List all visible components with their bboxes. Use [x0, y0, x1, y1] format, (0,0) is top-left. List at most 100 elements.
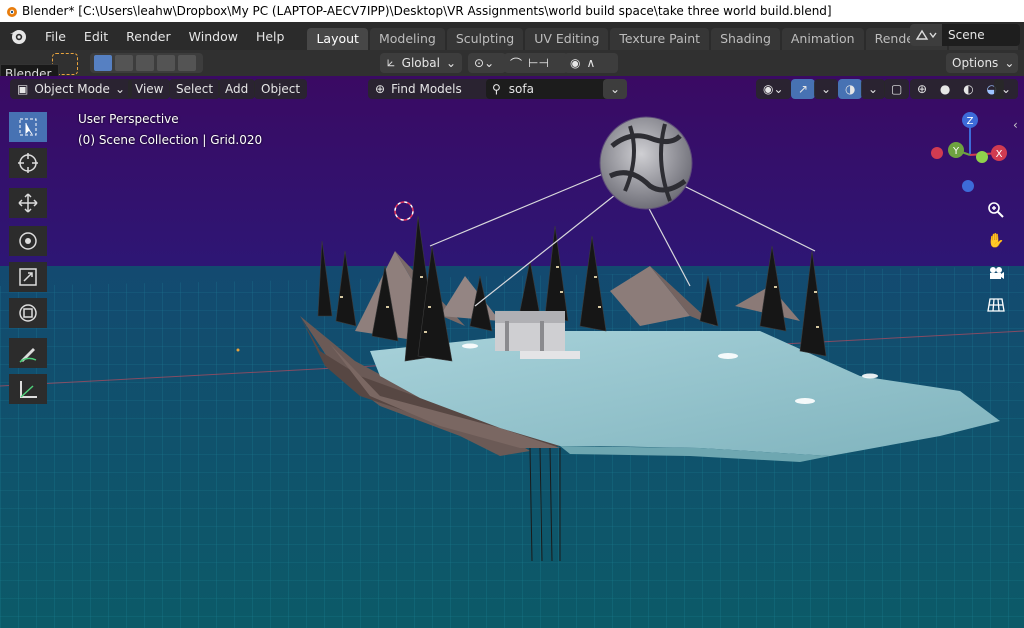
menu-file[interactable]: File: [36, 29, 75, 44]
cursor-icon: [18, 153, 38, 173]
visibility-dropdown[interactable]: ◉⌄: [756, 79, 791, 99]
wireframe-shading-icon[interactable]: ⊕: [917, 82, 927, 96]
scene-selector[interactable]: Scene: [910, 24, 1020, 46]
active-object-label: (0) Scene Collection | Grid.020: [78, 133, 263, 147]
mode-label: Object Mode: [34, 82, 110, 96]
hand-pan-icon[interactable]: ✋: [983, 228, 1009, 254]
eye-icon: ◉⌄: [763, 82, 784, 96]
rotate-tool[interactable]: [9, 226, 47, 256]
gizmo-neg-z-icon[interactable]: [962, 180, 974, 192]
move-icon: [18, 193, 38, 213]
find-models-button[interactable]: ⊕ Find Models: [368, 79, 492, 99]
sidebar-toggle-icon[interactable]: ‹: [1013, 118, 1018, 132]
chevron-down-icon: ⌄: [1004, 56, 1015, 70]
camera-icon[interactable]: [983, 260, 1009, 286]
gizmo-toggle[interactable]: ↗: [791, 79, 816, 99]
pivot-icon: ⊙: [474, 56, 485, 70]
transform-icon: [19, 304, 37, 322]
gizmo-neg-x-icon[interactable]: [931, 147, 943, 159]
select-box-icon: [19, 118, 37, 136]
options-label: Options: [952, 56, 999, 70]
window-titlebar: Blender* [C:\Users\leahw\Dropbox\My PC (…: [0, 0, 1024, 22]
solid-shading-icon[interactable]: ●: [940, 82, 950, 96]
object-origin: [236, 348, 240, 352]
3d-viewport[interactable]: ▣ Object Mode ⌄ View Select Add Object ⊕…: [0, 76, 1024, 628]
shading-modes: ⊕ ● ◐ ◒: [910, 79, 1004, 99]
menu-select[interactable]: Select: [169, 79, 221, 99]
globe-icon: ⊕: [375, 82, 386, 96]
gizmo-neg-y-icon[interactable]: [976, 151, 988, 163]
menu-add[interactable]: Add: [218, 79, 256, 99]
menu-edit[interactable]: Edit: [75, 29, 117, 44]
scale-tool[interactable]: [9, 262, 47, 292]
select-box-tool[interactable]: [9, 112, 47, 142]
select-extend-icon[interactable]: [115, 55, 133, 71]
scale-icon: [19, 268, 37, 286]
tab-uv-editing[interactable]: UV Editing: [525, 28, 609, 50]
tab-sculpting[interactable]: Sculpting: [446, 28, 524, 50]
tab-shading[interactable]: Shading: [711, 28, 780, 50]
search-icon: ⚲: [492, 82, 501, 96]
xray-icon: ▢: [891, 82, 903, 96]
viewport-scene[interactable]: [0, 76, 1024, 628]
menu-help[interactable]: Help: [247, 29, 294, 44]
annotate-pencil-icon: [19, 348, 37, 363]
scene-icon[interactable]: [910, 24, 942, 46]
gizmo-z-label: Z: [967, 116, 974, 127]
menu-window[interactable]: Window: [180, 29, 247, 44]
zoom-icon[interactable]: [983, 197, 1009, 223]
select-intersect-icon[interactable]: [178, 55, 196, 71]
tab-layout[interactable]: Layout: [307, 28, 368, 50]
cursor-tool[interactable]: [9, 148, 47, 178]
material-shading-icon[interactable]: ◐: [963, 82, 973, 96]
mode-dropdown[interactable]: ▣ Object Mode ⌄: [10, 79, 132, 99]
window-title: Blender* [C:\Users\leahw\Dropbox\My PC (…: [22, 4, 832, 18]
tab-modeling[interactable]: Modeling: [369, 28, 445, 50]
selection-mode-group: [90, 53, 203, 73]
orientation-icon: [387, 59, 395, 67]
select-invert-icon[interactable]: [157, 55, 175, 71]
select-subtract-icon[interactable]: [136, 55, 154, 71]
gizmo-icon: ↗: [798, 82, 809, 96]
snap-group[interactable]: ⌒ ⊢⊣: [504, 53, 568, 73]
scene-name-field[interactable]: Scene: [942, 24, 1020, 46]
search-dropdown-button[interactable]: ⌄: [603, 79, 627, 99]
snap-target-icon[interactable]: ⊢⊣: [528, 56, 549, 70]
shading-dropdown[interactable]: ⌄: [994, 79, 1019, 99]
blender-logo-icon: [7, 7, 17, 17]
gizmo-dropdown[interactable]: ⌄: [814, 79, 839, 99]
blender-menu-icon[interactable]: [8, 26, 28, 46]
snap-magnet-icon[interactable]: ⌒: [510, 55, 522, 72]
proportional-edit-icon[interactable]: ◉: [570, 56, 580, 70]
search-value: sofa: [508, 82, 534, 96]
model-search-input[interactable]: ⚲ sofa: [486, 79, 618, 99]
menu-view[interactable]: View: [128, 79, 171, 99]
proportional-edit-group[interactable]: ◉ ∧: [564, 53, 618, 73]
pivot-point-dropdown[interactable]: ⊙ ⌄: [468, 53, 506, 73]
select-new-icon[interactable]: [94, 55, 112, 71]
annotate-tool[interactable]: [9, 338, 47, 368]
measure-tool[interactable]: [9, 374, 47, 404]
gizmo-y-label: Y: [952, 146, 960, 157]
move-tool[interactable]: [9, 188, 47, 218]
overlays-toggle[interactable]: ◑: [838, 79, 863, 99]
menu-render[interactable]: Render: [117, 29, 180, 44]
tab-texture-paint[interactable]: Texture Paint: [610, 28, 710, 50]
chevron-down-icon: ⌄: [484, 56, 495, 70]
view-perspective-label: User Perspective: [78, 112, 179, 126]
moon-sphere: [599, 116, 693, 210]
overlays-dropdown[interactable]: ⌄: [861, 79, 886, 99]
transform-tool[interactable]: [9, 298, 47, 328]
tool-header: Global ⌄ ⊙ ⌄ ⌒ ⊢⊣ ◉ ∧ Options ⌄: [0, 50, 1024, 76]
grid-icon[interactable]: [983, 292, 1009, 318]
chevron-down-icon: ⌄: [445, 56, 456, 70]
xray-toggle[interactable]: ▢: [884, 79, 910, 99]
tab-animation[interactable]: Animation: [781, 28, 864, 50]
falloff-icon[interactable]: ∧: [586, 56, 595, 70]
orientation-label: Global: [401, 56, 440, 70]
menu-object[interactable]: Object: [254, 79, 308, 99]
transform-orientation-dropdown[interactable]: Global ⌄: [380, 53, 462, 73]
measure-ruler-icon: [20, 381, 37, 398]
options-dropdown[interactable]: Options ⌄: [946, 53, 1018, 73]
navigation-gizmo[interactable]: Z X Y: [925, 112, 1015, 202]
